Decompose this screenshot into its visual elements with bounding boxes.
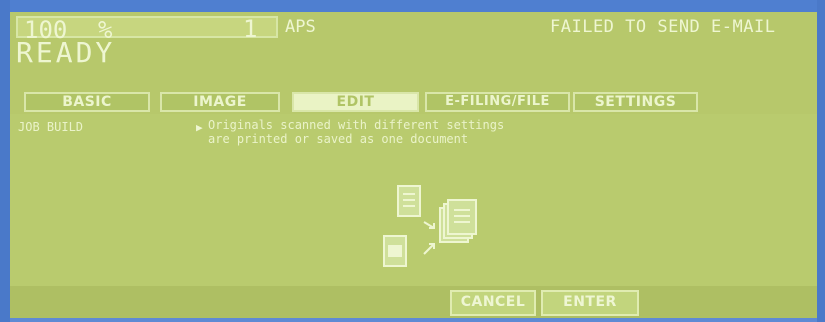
tab-image[interactable]: IMAGE <box>160 92 280 112</box>
bullet-arrow-icon: ▶ <box>196 121 203 134</box>
action-bar: CANCEL ENTER <box>10 286 817 318</box>
device-bezel-left <box>0 0 10 322</box>
description-line-1: Originals scanned with different setting… <box>208 118 505 132</box>
job-build-panel: JOB BUILD ▶ Originals scanned with diffe… <box>10 114 817 286</box>
tab-basic[interactable]: BASIC <box>24 92 150 112</box>
cancel-button[interactable]: CANCEL <box>450 290 536 316</box>
zoom-copies-box: 100 % 1 <box>16 15 278 44</box>
tab-settings[interactable]: SETTINGS <box>573 92 698 112</box>
tab-edit[interactable]: EDIT <box>292 92 419 112</box>
paper-mode: APS <box>285 17 316 37</box>
description-line-2: are printed or saved as one document <box>208 132 469 146</box>
enter-button[interactable]: ENTER <box>541 290 639 316</box>
tab-efiling-file[interactable]: E-FILING/FILE <box>425 92 570 112</box>
copies-count: 1 <box>243 15 258 43</box>
device-bezel-top <box>0 0 825 12</box>
ready-status: READY <box>16 36 116 69</box>
tab-bar: BASIC IMAGE EDIT E-FILING/FILE SETTINGS <box>10 92 817 114</box>
job-build-title: JOB BUILD <box>18 120 84 134</box>
status-area: 100 % 1 APS FAILED TO SEND E-MAIL READY <box>10 12 817 84</box>
lcd-screen: 100 % 1 APS FAILED TO SEND E-MAIL READY … <box>10 12 817 318</box>
device-bezel-right <box>817 0 825 322</box>
job-build-illustration-icon <box>383 185 477 267</box>
status-alert: FAILED TO SEND E-MAIL <box>550 17 776 37</box>
